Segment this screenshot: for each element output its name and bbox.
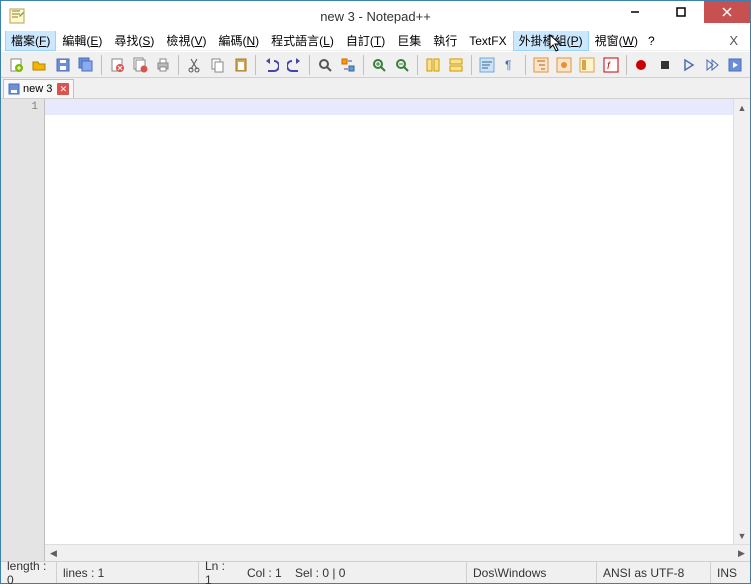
toolbar-separator bbox=[471, 55, 472, 75]
status-col: Col : 1 bbox=[241, 562, 289, 583]
line-number-gutter: 1 bbox=[1, 99, 45, 561]
menu-macro[interactable]: 巨集 bbox=[391, 30, 427, 51]
toolbar-separator bbox=[525, 55, 526, 75]
status-lines: lines : 1 bbox=[57, 562, 199, 583]
toolbar: ¶ f bbox=[1, 51, 750, 78]
doc-map-button[interactable] bbox=[577, 54, 598, 76]
open-file-button[interactable] bbox=[28, 54, 49, 76]
menu-view[interactable]: 檢視(V) bbox=[160, 30, 212, 51]
status-encoding: ANSI as UTF-8 bbox=[597, 562, 711, 583]
text-area[interactable]: ▲ ▼ ◀ ▶ bbox=[45, 99, 750, 561]
menu-search[interactable]: 尋找(S) bbox=[108, 30, 160, 51]
menu-textfx[interactable]: TextFX bbox=[463, 32, 512, 50]
menubar-close-x[interactable]: X bbox=[721, 33, 746, 48]
scroll-up-arrow[interactable]: ▲ bbox=[734, 99, 750, 116]
scroll-right-arrow[interactable]: ▶ bbox=[733, 545, 750, 562]
tabbar: new 3 ✕ bbox=[1, 78, 750, 99]
close-button[interactable] bbox=[704, 1, 750, 23]
menu-settings[interactable]: 自訂(T) bbox=[340, 30, 391, 51]
status-length: length : 0 bbox=[1, 562, 57, 583]
window-controls bbox=[612, 1, 750, 31]
menu-encoding[interactable]: 編碼(N) bbox=[212, 30, 265, 51]
sync-v-button[interactable] bbox=[422, 54, 443, 76]
sync-h-button[interactable] bbox=[446, 54, 467, 76]
scroll-track[interactable] bbox=[734, 116, 750, 527]
menu-edit[interactable]: 編輯(E) bbox=[56, 30, 108, 51]
app-icon bbox=[9, 8, 25, 24]
status-sel: Sel : 0 | 0 bbox=[289, 562, 467, 583]
editor: 1 ▲ ▼ ◀ ▶ bbox=[1, 99, 750, 561]
tab-close-icon[interactable]: ✕ bbox=[57, 83, 69, 95]
toolbar-separator bbox=[363, 55, 364, 75]
macro-play-button[interactable] bbox=[678, 54, 699, 76]
toolbar-separator bbox=[309, 55, 310, 75]
udl-button[interactable] bbox=[553, 54, 574, 76]
indent-guide-button[interactable] bbox=[530, 54, 551, 76]
statusbar: length : 0 lines : 1 Ln : 1 Col : 1 Sel … bbox=[1, 561, 750, 583]
status-ln: Ln : 1 bbox=[199, 562, 241, 583]
toolbar-separator bbox=[417, 55, 418, 75]
toolbar-separator bbox=[101, 55, 102, 75]
zoom-in-button[interactable] bbox=[368, 54, 389, 76]
menu-file[interactable]: 檔案(F) bbox=[5, 30, 56, 51]
macro-play-multi-button[interactable] bbox=[701, 54, 722, 76]
maximize-button[interactable] bbox=[658, 1, 704, 23]
menu-run[interactable]: 執行 bbox=[427, 30, 463, 51]
macro-save-button[interactable] bbox=[724, 54, 745, 76]
status-mode: INS bbox=[711, 562, 750, 583]
minimize-button[interactable] bbox=[612, 1, 658, 23]
titlebar: new 3 - Notepad++ bbox=[1, 1, 750, 31]
status-eol: Dos\Windows bbox=[467, 562, 597, 583]
close-file-button[interactable] bbox=[106, 54, 127, 76]
menu-plugins[interactable]: 外掛模組(P) bbox=[513, 30, 589, 51]
paste-button[interactable] bbox=[230, 54, 251, 76]
horizontal-scrollbar[interactable]: ◀ ▶ bbox=[45, 544, 750, 561]
show-chars-button[interactable]: ¶ bbox=[499, 54, 520, 76]
wordwrap-button[interactable] bbox=[476, 54, 497, 76]
replace-button[interactable] bbox=[338, 54, 359, 76]
menu-language[interactable]: 程式語言(L) bbox=[265, 30, 340, 51]
macro-stop-button[interactable] bbox=[654, 54, 675, 76]
copy-button[interactable] bbox=[207, 54, 228, 76]
file-tab[interactable]: new 3 ✕ bbox=[3, 79, 74, 98]
menubar: 檔案(F) 編輯(E) 尋找(S) 檢視(V) 編碼(N) 程式語言(L) 自訂… bbox=[1, 31, 750, 51]
redo-button[interactable] bbox=[284, 54, 305, 76]
func-list-button[interactable]: f bbox=[600, 54, 621, 76]
toolbar-separator bbox=[255, 55, 256, 75]
save-button[interactable] bbox=[52, 54, 73, 76]
toolbar-separator bbox=[178, 55, 179, 75]
vertical-scrollbar[interactable]: ▲ ▼ bbox=[733, 99, 750, 544]
cut-button[interactable] bbox=[183, 54, 204, 76]
file-icon bbox=[8, 83, 20, 95]
print-button[interactable] bbox=[153, 54, 174, 76]
zoom-out-button[interactable] bbox=[392, 54, 413, 76]
macro-record-button[interactable] bbox=[631, 54, 652, 76]
scroll-left-arrow[interactable]: ◀ bbox=[45, 545, 62, 562]
close-all-button[interactable] bbox=[129, 54, 150, 76]
tab-label: new 3 bbox=[23, 83, 52, 95]
svg-text:¶: ¶ bbox=[505, 58, 511, 72]
current-line-highlight bbox=[45, 99, 750, 115]
menu-help[interactable]: ? bbox=[648, 34, 655, 48]
menu-window[interactable]: 視窗(W) bbox=[589, 30, 644, 51]
line-number: 1 bbox=[1, 101, 38, 113]
toolbar-separator bbox=[626, 55, 627, 75]
find-button[interactable] bbox=[314, 54, 335, 76]
save-all-button[interactable] bbox=[75, 54, 96, 76]
new-file-button[interactable] bbox=[5, 54, 26, 76]
undo-button[interactable] bbox=[260, 54, 281, 76]
scroll-down-arrow[interactable]: ▼ bbox=[734, 527, 750, 544]
